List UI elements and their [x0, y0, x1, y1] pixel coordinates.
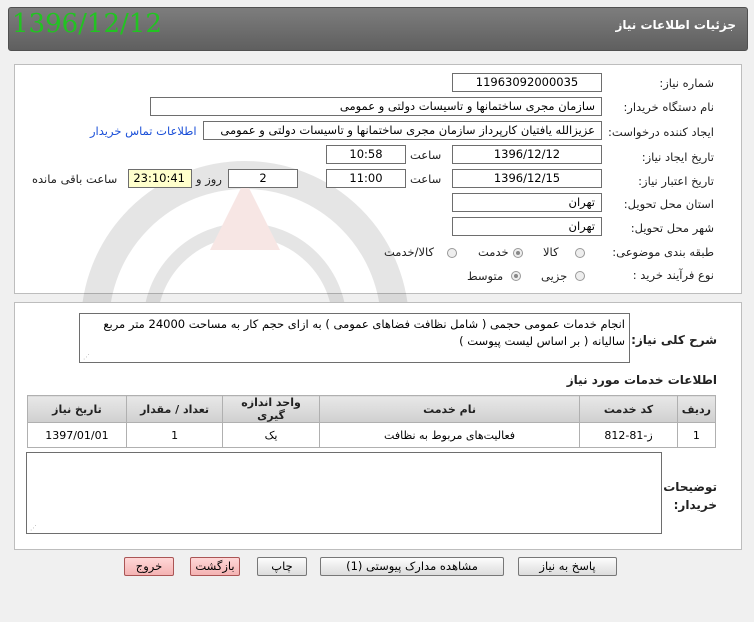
city-label: شهر محل تحویل:	[630, 221, 714, 235]
resize-grip-icon[interactable]: ⋰	[30, 524, 37, 532]
page-title: جزئیات اطلاعات نیاز	[615, 18, 736, 32]
header: جزئیات اطلاعات نیاز 1396/12/12	[0, 0, 754, 60]
cell-unit: یک	[222, 422, 320, 448]
print-button[interactable]: چاپ	[257, 557, 307, 576]
validity-date-field: 1396/12/15	[452, 169, 602, 188]
description-label: شرح کلی نیاز:	[631, 333, 717, 347]
description-textarea[interactable]: انجام خدمات عمومی حجمی ( شامل نظافت فضاه…	[79, 313, 630, 363]
services-title: اطلاعات خدمات مورد نیاز	[566, 373, 717, 387]
cell-service-code: ز-81-812	[579, 422, 678, 448]
cell-row: 1	[676, 422, 717, 448]
created-time-field: 10:58	[326, 145, 406, 164]
buyer-org-field: سازمان مجری ساختمانها و تاسیسات دولتی و …	[150, 97, 602, 116]
buyer-notes-label: توضیحات خریدار:	[663, 480, 717, 512]
category-radio-goods[interactable]	[575, 248, 585, 258]
cell-need-date: 1397/01/01	[27, 422, 127, 448]
process-type-label: نوع فرآیند خرید :	[632, 268, 714, 282]
col-row: ردیف	[676, 395, 717, 423]
category-option-goods-service: کالا/خدمت	[384, 245, 435, 259]
city-field: تهران	[452, 217, 602, 236]
days-label: روز و	[196, 172, 222, 186]
process-option-medium: متوسط	[467, 269, 504, 283]
services-table: ردیف کد خدمت نام خدمت واحد اندازه گیری ت…	[27, 395, 717, 448]
category-radio-service[interactable]	[513, 248, 523, 258]
buyer-notes-textarea[interactable]: ⋰	[26, 452, 662, 534]
cell-service-name: فعالیت‌های مربوط به نظافت	[318, 422, 581, 448]
remaining-time-field: 23:10:41	[128, 169, 192, 188]
created-date-field: 1396/12/12	[452, 145, 602, 164]
col-quantity: تعداد / مقدار	[125, 395, 224, 423]
remaining-time-label: ساعت باقی مانده	[32, 172, 118, 186]
created-date-label: تاریخ ایجاد نیاز:	[641, 150, 714, 164]
header-date: 1396/12/12	[12, 9, 162, 39]
services-table-header: ردیف کد خدمت نام خدمت واحد اندازه گیری ت…	[27, 395, 717, 423]
remaining-days-field: 2	[228, 169, 298, 188]
requester-label: ایجاد کننده درخواست:	[608, 125, 714, 139]
validity-date-label: تاریخ اعتبار نیاز:	[638, 174, 714, 188]
col-unit: واحد اندازه گیری	[222, 395, 320, 423]
process-radio-medium[interactable]	[511, 271, 521, 281]
table-row: 1 ز-81-812 فعالیت‌های مربوط به نظافت یک …	[27, 422, 717, 448]
col-service-code: کد خدمت	[579, 395, 678, 423]
need-number-field: 1196309200003​5	[452, 73, 602, 92]
category-option-service: خدمت	[478, 245, 509, 259]
col-need-date: تاریخ نیاز	[27, 395, 127, 423]
attachments-button[interactable]: مشاهده مدارک پیوستی (1)	[320, 557, 504, 576]
validity-time-label: ساعت	[410, 172, 442, 186]
requester-field: عزیزالله یافتیان کارپرداز سازمان مجری سا…	[203, 121, 602, 140]
back-button[interactable]: بازگشت	[190, 557, 240, 576]
col-service-name: نام خدمت	[318, 395, 581, 423]
cell-quantity: 1	[125, 422, 224, 448]
reply-button[interactable]: پاسخ به نیاز	[518, 557, 617, 576]
process-option-minor: جزیی	[541, 269, 568, 283]
category-label: طبقه بندی موضوعی:	[612, 245, 714, 259]
province-label: استان محل تحویل:	[623, 197, 714, 211]
need-number-label: شماره نیاز:	[659, 76, 714, 90]
category-option-goods: کالا	[543, 245, 559, 259]
exit-button[interactable]: خروج	[124, 557, 174, 576]
category-radio-goods-service[interactable]	[447, 248, 457, 258]
buyer-contact-link[interactable]: اطلاعات تماس خریدار	[90, 124, 197, 138]
resize-grip-icon[interactable]: ⋰	[83, 353, 90, 361]
process-radio-minor[interactable]	[575, 271, 585, 281]
description-text: انجام خدمات عمومی حجمی ( شامل نظافت فضاه…	[103, 317, 625, 348]
province-field: تهران	[452, 193, 602, 212]
buyer-org-label: نام دستگاه خریدار:	[623, 100, 714, 114]
created-time-label: ساعت	[410, 148, 442, 162]
validity-time-field: 11:00	[326, 169, 406, 188]
